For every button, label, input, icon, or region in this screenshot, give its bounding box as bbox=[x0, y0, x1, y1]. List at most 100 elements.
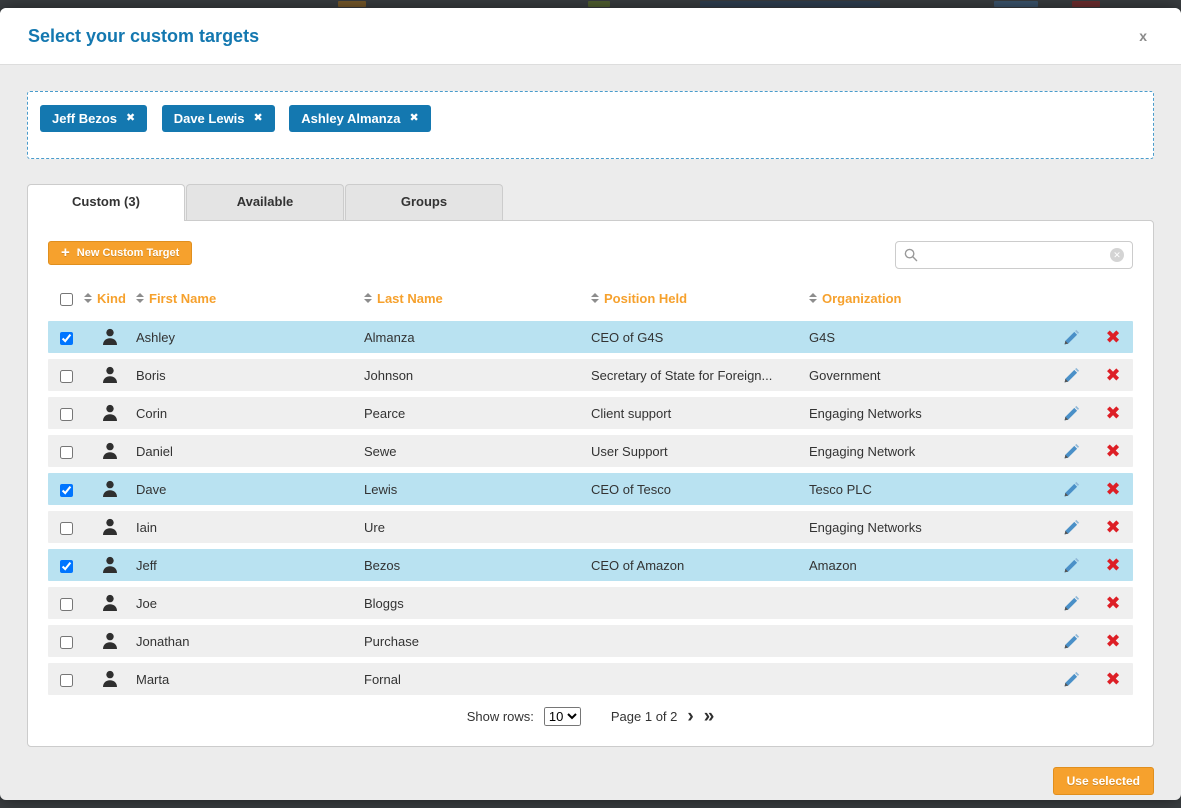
last-name-cell: Pearce bbox=[364, 406, 591, 421]
delete-cell: ✖ bbox=[1093, 480, 1133, 498]
last-name-cell: Bloggs bbox=[364, 596, 591, 611]
table-row[interactable]: Jeff Bezos CEO of Amazon Amazon ✖ bbox=[48, 549, 1133, 581]
use-selected-button[interactable]: Use selected bbox=[1053, 767, 1154, 795]
header-position-held[interactable]: Position Held bbox=[591, 291, 809, 306]
header-organization[interactable]: Organization bbox=[809, 291, 1049, 306]
last-name-cell: Fornal bbox=[364, 672, 591, 687]
delete-x-icon[interactable]: ✖ bbox=[1105, 479, 1120, 499]
edit-cell bbox=[1049, 595, 1093, 612]
delete-cell: ✖ bbox=[1093, 556, 1133, 574]
row-checkbox[interactable] bbox=[60, 674, 73, 687]
delete-x-icon[interactable]: ✖ bbox=[1105, 441, 1120, 461]
selected-target-chip[interactable]: Jeff Bezos ✖ bbox=[40, 105, 147, 132]
table-row[interactable]: Joe Bloggs ✖ bbox=[48, 587, 1133, 619]
next-page-icon[interactable]: › bbox=[687, 707, 693, 726]
first-name-cell: Dave bbox=[136, 482, 364, 497]
table-row[interactable]: Jonathan Purchase ✖ bbox=[48, 625, 1133, 657]
row-checkbox[interactable] bbox=[60, 560, 73, 573]
row-checkbox[interactable] bbox=[60, 446, 73, 459]
position-held-cell: User Support bbox=[591, 444, 809, 459]
tab-bar: Custom (3) Available Groups bbox=[27, 184, 1154, 220]
tab-groups[interactable]: Groups bbox=[345, 184, 503, 220]
show-rows-select[interactable]: 10 bbox=[544, 707, 581, 726]
tab-available[interactable]: Available bbox=[186, 184, 344, 220]
organization-cell: Tesco PLC bbox=[809, 482, 1049, 497]
remove-chip-icon[interactable]: ✖ bbox=[409, 113, 418, 124]
edit-pencil-icon[interactable] bbox=[1063, 405, 1080, 422]
edit-pencil-icon[interactable] bbox=[1063, 481, 1080, 498]
delete-x-icon[interactable]: ✖ bbox=[1105, 593, 1120, 613]
row-checkbox-cell bbox=[48, 329, 84, 344]
edit-pencil-icon[interactable] bbox=[1063, 329, 1080, 346]
selected-target-chip[interactable]: Dave Lewis ✖ bbox=[162, 105, 275, 132]
edit-cell bbox=[1049, 329, 1093, 346]
remove-chip-icon[interactable]: ✖ bbox=[254, 113, 263, 124]
row-checkbox[interactable] bbox=[60, 408, 73, 421]
last-name-cell: Almanza bbox=[364, 330, 591, 345]
selected-target-chip[interactable]: Ashley Almanza ✖ bbox=[289, 105, 430, 132]
remove-chip-icon[interactable]: ✖ bbox=[126, 113, 135, 124]
table-row[interactable]: Daniel Sewe User Support Engaging Networ… bbox=[48, 435, 1133, 467]
delete-x-icon[interactable]: ✖ bbox=[1105, 517, 1120, 537]
delete-x-icon[interactable]: ✖ bbox=[1105, 327, 1120, 347]
first-name-cell: Marta bbox=[136, 672, 364, 687]
edit-pencil-icon[interactable] bbox=[1063, 367, 1080, 384]
search-icon bbox=[904, 248, 918, 262]
custom-targets-panel: + New Custom Target ✕ Kind bbox=[27, 220, 1154, 747]
pagination: Show rows: 10 Page 1 of 2 › » bbox=[48, 707, 1133, 726]
edit-cell bbox=[1049, 481, 1093, 498]
delete-x-icon[interactable]: ✖ bbox=[1105, 669, 1120, 689]
edit-pencil-icon[interactable] bbox=[1063, 671, 1080, 688]
last-page-icon[interactable]: » bbox=[704, 707, 715, 726]
table-row[interactable]: Corin Pearce Client support Engaging Net… bbox=[48, 397, 1133, 429]
chip-label: Dave Lewis bbox=[174, 111, 245, 126]
kind-cell bbox=[84, 632, 136, 650]
edit-pencil-icon[interactable] bbox=[1063, 633, 1080, 650]
person-icon bbox=[102, 556, 118, 574]
header-first-name[interactable]: First Name bbox=[136, 291, 364, 306]
row-checkbox[interactable] bbox=[60, 636, 73, 649]
row-checkbox[interactable] bbox=[60, 598, 73, 611]
modal-header: Select your custom targets x bbox=[0, 8, 1181, 65]
search-input[interactable] bbox=[924, 247, 1104, 264]
delete-x-icon[interactable]: ✖ bbox=[1105, 403, 1120, 423]
kind-cell bbox=[84, 556, 136, 574]
row-checkbox-cell bbox=[48, 671, 84, 686]
first-name-cell: Ashley bbox=[136, 330, 364, 345]
delete-x-icon[interactable]: ✖ bbox=[1105, 365, 1120, 385]
new-custom-target-button[interactable]: + New Custom Target bbox=[48, 241, 192, 265]
row-checkbox[interactable] bbox=[60, 522, 73, 535]
person-icon bbox=[102, 366, 118, 384]
table-row[interactable]: Marta Fornal ✖ bbox=[48, 663, 1133, 695]
background-page bbox=[0, 0, 1181, 8]
table-row[interactable]: Iain Ure Engaging Networks ✖ bbox=[48, 511, 1133, 543]
last-name-cell: Lewis bbox=[364, 482, 591, 497]
person-icon bbox=[102, 328, 118, 346]
edit-pencil-icon[interactable] bbox=[1063, 519, 1080, 536]
delete-x-icon[interactable]: ✖ bbox=[1105, 631, 1120, 651]
search-box: ✕ bbox=[895, 241, 1133, 269]
table-row[interactable]: Boris Johnson Secretary of State for For… bbox=[48, 359, 1133, 391]
close-icon[interactable]: x bbox=[1133, 24, 1153, 48]
person-icon bbox=[102, 594, 118, 612]
last-name-cell: Johnson bbox=[364, 368, 591, 383]
edit-pencil-icon[interactable] bbox=[1063, 595, 1080, 612]
header-kind[interactable]: Kind bbox=[84, 291, 136, 306]
clear-search-icon[interactable]: ✕ bbox=[1110, 248, 1124, 262]
row-checkbox-cell bbox=[48, 519, 84, 534]
tab-custom[interactable]: Custom (3) bbox=[27, 184, 185, 221]
edit-pencil-icon[interactable] bbox=[1063, 443, 1080, 460]
row-checkbox[interactable] bbox=[60, 332, 73, 345]
row-checkbox[interactable] bbox=[60, 370, 73, 383]
person-icon bbox=[102, 518, 118, 536]
select-all-checkbox[interactable] bbox=[60, 293, 73, 306]
header-label: Kind bbox=[97, 291, 126, 306]
header-last-name[interactable]: Last Name bbox=[364, 291, 591, 306]
kind-cell bbox=[84, 480, 136, 498]
delete-cell: ✖ bbox=[1093, 518, 1133, 536]
edit-pencil-icon[interactable] bbox=[1063, 557, 1080, 574]
table-row[interactable]: Ashley Almanza CEO of G4S G4S ✖ bbox=[48, 321, 1133, 353]
delete-x-icon[interactable]: ✖ bbox=[1105, 555, 1120, 575]
table-row[interactable]: Dave Lewis CEO of Tesco Tesco PLC ✖ bbox=[48, 473, 1133, 505]
row-checkbox[interactable] bbox=[60, 484, 73, 497]
